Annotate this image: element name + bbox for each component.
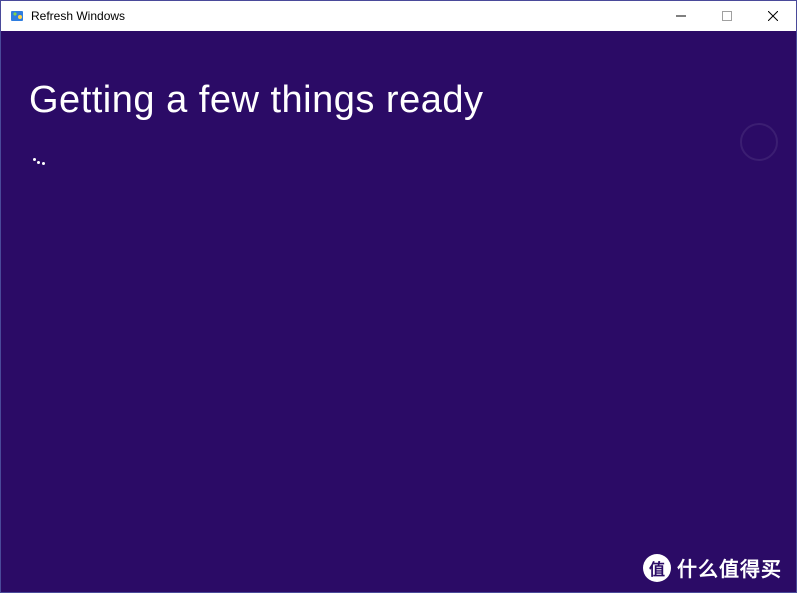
app-icon	[9, 8, 25, 24]
loading-spinner-icon	[29, 146, 49, 166]
close-button[interactable]	[750, 1, 796, 31]
window-title: Refresh Windows	[31, 9, 658, 23]
watermark: 值 什么值得买	[643, 553, 782, 582]
page-heading: Getting a few things ready	[29, 79, 768, 122]
content-area: Getting a few things ready 值 什么值得买	[1, 31, 796, 592]
app-window: Refresh Windows Getting a few things rea…	[0, 0, 797, 593]
titlebar: Refresh Windows	[1, 1, 796, 31]
maximize-button[interactable]	[704, 1, 750, 31]
minimize-button[interactable]	[658, 1, 704, 31]
window-controls	[658, 1, 796, 31]
watermark-badge: 值	[643, 554, 671, 582]
watermark-text: 什么值得买	[677, 553, 782, 582]
next-circle-icon	[740, 123, 778, 161]
